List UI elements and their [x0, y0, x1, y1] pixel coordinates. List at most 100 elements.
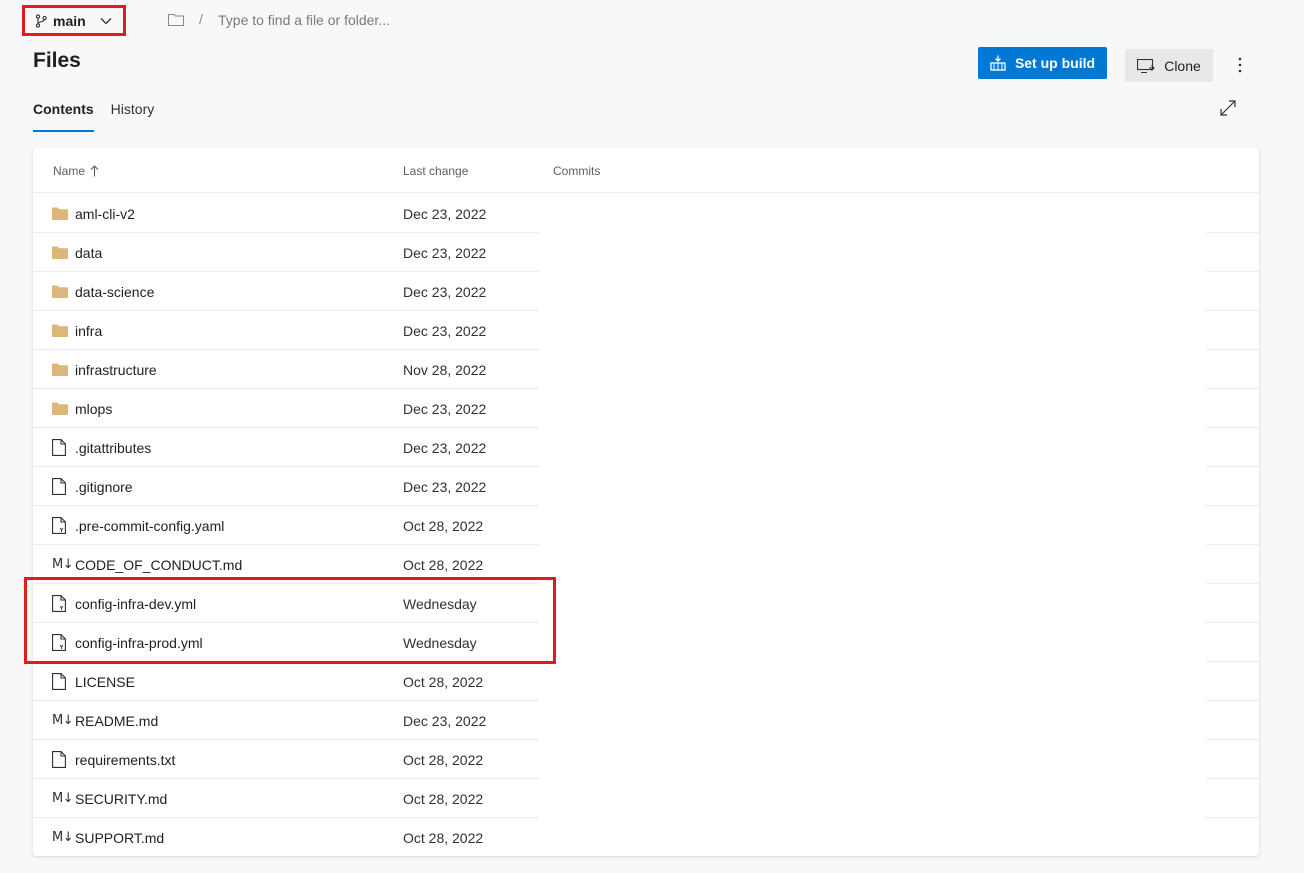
table-row[interactable]: LICENSE Oct 28, 2022: [33, 662, 1259, 701]
table-header: Name Last change Commits: [33, 148, 1259, 193]
column-header-last-change[interactable]: Last change: [403, 164, 468, 178]
file-name-link[interactable]: LICENSE: [75, 674, 135, 690]
page-title: Files: [33, 49, 81, 72]
file-name-link[interactable]: CODE_OF_CONDUCT.md: [75, 557, 242, 573]
last-change-date: Oct 28, 2022: [403, 557, 484, 573]
folder-icon: [52, 283, 70, 300]
table-row[interactable]: .pre-commit-config.yaml Oct 28, 2022: [33, 506, 1259, 545]
last-change-date: Dec 23, 2022: [403, 713, 487, 729]
chevron-down-icon: [100, 15, 112, 27]
column-header-name[interactable]: Name: [53, 164, 99, 178]
markdown-file-icon: M↓: [52, 829, 74, 846]
table-row[interactable]: data-science Dec 23, 2022: [33, 272, 1259, 311]
branch-name: main: [53, 12, 86, 29]
file-icon: [52, 751, 70, 768]
file-name-link[interactable]: mlops: [75, 401, 112, 417]
markdown-file-icon: M↓: [52, 790, 74, 807]
file-name-link[interactable]: data: [75, 245, 102, 261]
tab-bar: Contents History: [33, 96, 171, 132]
file-name-link[interactable]: SECURITY.md: [75, 791, 167, 807]
file-name-link[interactable]: .gitignore: [75, 479, 133, 495]
last-change-date: Oct 28, 2022: [403, 518, 484, 534]
table-row[interactable]: infrastructure Nov 28, 2022: [33, 350, 1259, 389]
branch-selector[interactable]: main: [22, 5, 126, 36]
clone-monitor-icon: [1137, 58, 1155, 73]
file-name-link[interactable]: infra: [75, 323, 102, 339]
file-icon: [52, 673, 70, 690]
last-change-date: Dec 23, 2022: [403, 440, 487, 456]
file-icon: [52, 439, 70, 456]
more-options-icon[interactable]: [1230, 54, 1250, 76]
last-change-date: Dec 23, 2022: [403, 323, 487, 339]
table-row[interactable]: .gitattributes Dec 23, 2022: [33, 428, 1259, 467]
files-table: Name Last change Commits aml-cli-v2 Dec 2…: [33, 148, 1259, 856]
path-separator: /: [199, 11, 203, 27]
markdown-glyph: M↓: [52, 830, 74, 845]
setup-build-button[interactable]: Set up build: [978, 47, 1107, 79]
table-row[interactable]: M↓ CODE_OF_CONDUCT.md Oct 28, 2022: [33, 545, 1259, 584]
tab-contents[interactable]: Contents: [33, 96, 94, 132]
markdown-glyph: M↓: [52, 713, 74, 728]
setup-build-label: Set up build: [1014, 55, 1096, 71]
file-name-link[interactable]: aml-cli-v2: [75, 206, 135, 222]
markdown-glyph: M↓: [52, 557, 74, 572]
last-change-date: Oct 28, 2022: [403, 791, 484, 807]
yaml-file-icon: [52, 517, 70, 534]
table-row[interactable]: M↓ SUPPORT.md Oct 28, 2022: [33, 818, 1259, 857]
table-row[interactable]: data Dec 23, 2022: [33, 233, 1259, 272]
file-name-link[interactable]: config-infra-dev.yml: [75, 596, 196, 612]
top-bar: main /: [0, 0, 1304, 40]
branch-icon: [34, 13, 48, 28]
file-name-link[interactable]: requirements.txt: [75, 752, 175, 768]
path-search-input[interactable]: [214, 8, 514, 32]
tab-history[interactable]: History: [111, 96, 155, 132]
table-row[interactable]: mlops Dec 23, 2022: [33, 389, 1259, 428]
markdown-file-icon: M↓: [52, 712, 74, 729]
file-name-link[interactable]: .pre-commit-config.yaml: [75, 518, 224, 534]
markdown-file-icon: M↓: [52, 556, 74, 573]
build-icon: [990, 55, 1006, 71]
last-change-date: Nov 28, 2022: [403, 362, 487, 378]
last-change-date: Oct 28, 2022: [403, 830, 484, 846]
markdown-glyph: M↓: [52, 791, 74, 806]
folder-icon[interactable]: [168, 13, 186, 27]
table-row[interactable]: infra Dec 23, 2022: [33, 311, 1259, 350]
file-name-link[interactable]: data-science: [75, 284, 154, 300]
clone-label: Clone: [1164, 57, 1201, 74]
folder-icon: [52, 322, 70, 339]
clone-button[interactable]: Clone: [1125, 49, 1213, 82]
column-header-commits[interactable]: Commits: [553, 164, 600, 178]
yaml-file-icon: [52, 634, 70, 651]
folder-icon: [52, 361, 70, 378]
file-name-link[interactable]: .gitattributes: [75, 440, 151, 456]
table-row[interactable]: config-infra-prod.yml Wednesday: [33, 623, 1259, 662]
file-icon: [52, 478, 70, 495]
last-change-date: Dec 23, 2022: [403, 245, 487, 261]
last-change-date: Oct 28, 2022: [403, 674, 484, 690]
table-row[interactable]: M↓ README.md Dec 23, 2022: [33, 701, 1259, 740]
table-row[interactable]: aml-cli-v2 Dec 23, 2022: [33, 194, 1259, 233]
last-change-date: Wednesday: [403, 635, 477, 651]
expand-icon[interactable]: [1219, 99, 1237, 117]
column-header-name-label: Name: [53, 164, 86, 178]
table-row[interactable]: .gitignore Dec 23, 2022: [33, 467, 1259, 506]
table-row[interactable]: config-infra-dev.yml Wednesday: [33, 584, 1259, 623]
folder-icon: [52, 400, 70, 417]
last-change-date: Dec 23, 2022: [403, 284, 487, 300]
file-name-link[interactable]: infrastructure: [75, 362, 157, 378]
last-change-date: Dec 23, 2022: [403, 206, 487, 222]
last-change-date: Oct 28, 2022: [403, 752, 484, 768]
table-row[interactable]: requirements.txt Oct 28, 2022: [33, 740, 1259, 779]
last-change-date: Dec 23, 2022: [403, 401, 487, 417]
file-name-link[interactable]: SUPPORT.md: [75, 830, 164, 846]
folder-icon: [52, 244, 70, 261]
last-change-date: Dec 23, 2022: [403, 479, 487, 495]
sort-ascending-icon: [90, 165, 99, 177]
folder-icon: [52, 205, 70, 222]
file-name-link[interactable]: config-infra-prod.yml: [75, 635, 203, 651]
file-name-link[interactable]: README.md: [75, 713, 158, 729]
last-change-date: Wednesday: [403, 596, 477, 612]
yaml-file-icon: [52, 595, 70, 612]
table-body: aml-cli-v2 Dec 23, 2022 data Dec 23, 2022 da…: [33, 194, 1259, 857]
table-row[interactable]: M↓ SECURITY.md Oct 28, 2022: [33, 779, 1259, 818]
